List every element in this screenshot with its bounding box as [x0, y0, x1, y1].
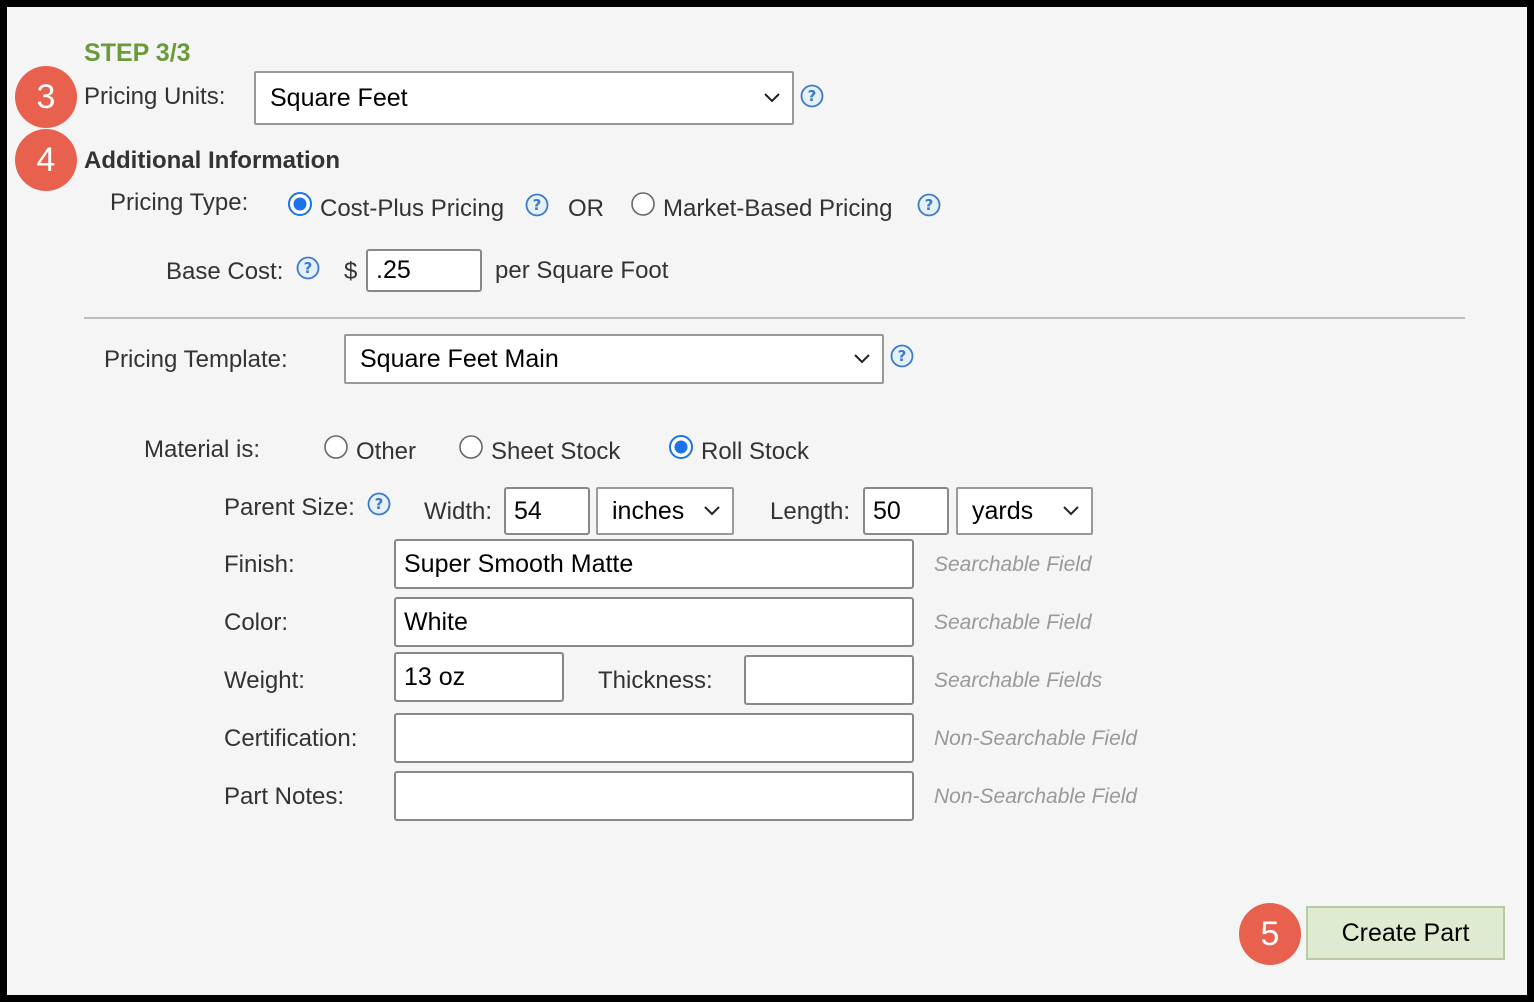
pricing-units-label: Pricing Units: — [84, 83, 226, 110]
form-panel: STEP 3/3 3 Pricing Units: Square Feet ? … — [7, 7, 1527, 995]
svg-text:?: ? — [533, 196, 542, 214]
length-unit-select[interactable]: yards — [956, 487, 1093, 535]
thickness-label: Thickness: — [598, 667, 713, 694]
material-option-other[interactable]: Other — [356, 438, 416, 466]
material-option-sheet-stock[interactable]: Sheet Stock — [491, 438, 620, 466]
base-cost-label: Base Cost: — [166, 258, 284, 285]
width-input[interactable]: 54 — [504, 487, 590, 535]
help-icon[interactable]: ? — [367, 492, 391, 516]
chevron-down-icon — [854, 354, 870, 364]
finish-input[interactable]: Super Smooth Matte — [394, 539, 914, 589]
part-notes-input[interactable] — [394, 771, 914, 821]
weight-hint: Searchable Fields — [934, 669, 1103, 692]
certification-input[interactable] — [394, 713, 914, 763]
width-unit-value: inches — [612, 496, 685, 525]
section-divider — [84, 317, 1465, 319]
market-based-label[interactable]: Market-Based Pricing — [663, 195, 892, 223]
pricing-type-label: Pricing Type: — [110, 189, 249, 216]
part-notes-label: Part Notes: — [224, 783, 345, 810]
color-label: Color: — [224, 609, 289, 636]
certification-hint: Non-Searchable Field — [934, 727, 1138, 750]
color-hint: Searchable Field — [934, 611, 1092, 634]
part-notes-hint: Non-Searchable Field — [934, 785, 1138, 808]
length-input[interactable]: 50 — [863, 487, 949, 535]
material-label: Material is: — [144, 436, 261, 463]
pricing-template-label: Pricing Template: — [104, 346, 288, 373]
base-cost-input[interactable]: .25 — [366, 249, 482, 292]
help-icon[interactable]: ? — [917, 193, 941, 217]
create-part-button[interactable]: Create Part — [1306, 906, 1505, 960]
step-badge-5: 5 — [1239, 903, 1301, 965]
additional-info-heading: Additional Information — [84, 147, 340, 174]
thickness-input[interactable] — [744, 655, 914, 705]
radio-material-other[interactable] — [324, 435, 348, 459]
svg-text:?: ? — [375, 495, 384, 513]
color-input[interactable]: White — [394, 597, 914, 647]
svg-text:?: ? — [304, 259, 313, 277]
parent-size-label: Parent Size: — [224, 494, 355, 521]
pricing-units-value: Square Feet — [270, 83, 408, 112]
help-icon[interactable]: ? — [296, 256, 320, 280]
length-unit-value: yards — [972, 496, 1034, 525]
radio-cost-plus[interactable] — [288, 192, 312, 216]
help-icon[interactable]: ? — [800, 84, 824, 108]
length-label: Length: — [770, 498, 851, 525]
certification-label: Certification: — [224, 725, 358, 752]
radio-material-roll-stock[interactable] — [669, 435, 693, 459]
material-option-roll-stock[interactable]: Roll Stock — [701, 438, 809, 466]
chevron-down-icon — [704, 506, 720, 516]
weight-input[interactable]: 13 oz — [394, 652, 564, 702]
svg-text:?: ? — [808, 87, 817, 105]
radio-market-based[interactable] — [631, 192, 655, 216]
width-unit-select[interactable]: inches — [596, 487, 734, 535]
svg-text:?: ? — [898, 347, 907, 365]
pricing-template-value: Square Feet Main — [360, 344, 559, 373]
help-icon[interactable]: ? — [890, 344, 914, 368]
weight-label: Weight: — [224, 667, 305, 694]
chevron-down-icon — [1063, 506, 1079, 516]
step-badge-3: 3 — [15, 66, 77, 128]
or-text: OR — [568, 195, 604, 222]
finish-label: Finish: — [224, 551, 295, 578]
cost-plus-label[interactable]: Cost-Plus Pricing — [320, 195, 504, 223]
svg-text:?: ? — [925, 196, 934, 214]
step-title: STEP 3/3 — [84, 39, 191, 67]
step-badge-4: 4 — [15, 129, 77, 191]
finish-hint: Searchable Field — [934, 553, 1092, 576]
width-label: Width: — [424, 498, 493, 525]
base-cost-unit: per Square Foot — [495, 257, 669, 284]
radio-material-sheet-stock[interactable] — [459, 435, 483, 459]
pricing-template-select[interactable]: Square Feet Main — [344, 334, 884, 384]
chevron-down-icon — [764, 93, 780, 103]
currency-symbol: $ — [344, 258, 358, 285]
help-icon[interactable]: ? — [525, 193, 549, 217]
pricing-units-select[interactable]: Square Feet — [254, 71, 794, 125]
